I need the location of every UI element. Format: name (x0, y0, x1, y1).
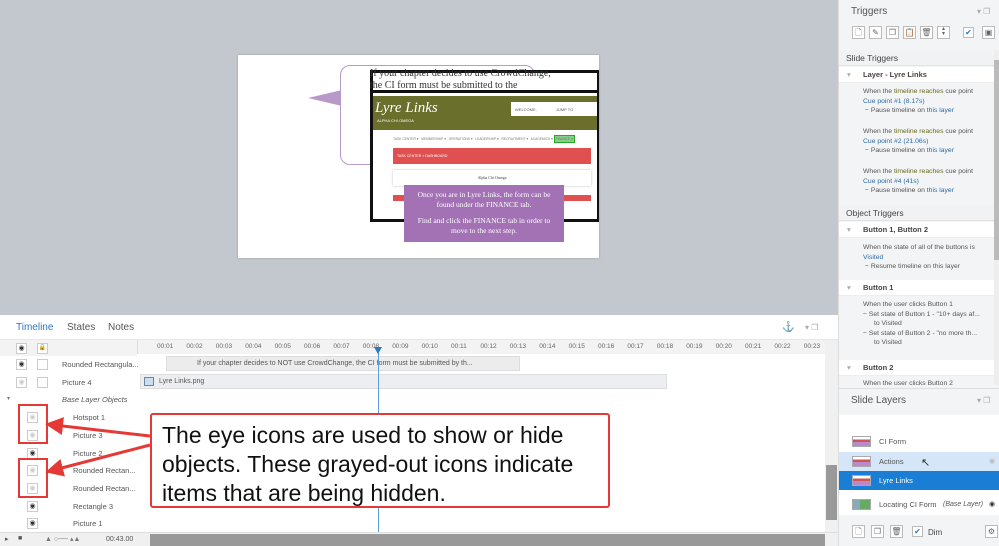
edit-trigger-button[interactable]: ✎ (869, 26, 882, 39)
variables-button[interactable]: ▣ (982, 26, 995, 39)
slide-layers-panel: Slide Layers ▾ ❐ CI Form Actions ↖ ◉ Lyre … (839, 388, 999, 546)
trigger-group-buttons[interactable]: ▾ Button 1, Button 2 (839, 222, 994, 238)
new-trigger-button[interactable]: 🗋 (852, 26, 865, 39)
dim-checkbox[interactable]: ✔ (912, 526, 923, 537)
object-triggers-heading: Object Triggers (839, 205, 994, 221)
layer-thumbnail (852, 456, 871, 467)
duplicate-layer-button[interactable]: ❐ (871, 525, 884, 538)
trigger-group-button2[interactable]: ▾ Button 2 (839, 360, 994, 376)
move-trigger-button[interactable]: ▴ ▾ (937, 26, 950, 39)
trigger-item[interactable]: When the timeline reaches cue point Cue p… (863, 167, 994, 196)
slide-triggers-heading: Slide Triggers (839, 50, 994, 66)
delete-trigger-button[interactable]: 🗑 (920, 26, 933, 39)
right-panel: Triggers ▾ ❐ 🗋 ✎ ❐ 📋 🗑 ▴ ▾ ✔ ▣ Slide Trig… (838, 0, 999, 546)
new-layer-button[interactable]: 🗋 (852, 525, 865, 538)
trigger-item[interactable]: When the user clicks Button 1− Set state… (863, 300, 994, 348)
paste-trigger-button[interactable]: 📋 (903, 26, 916, 39)
triggers-title: Triggers (851, 6, 888, 17)
dim-label: Dim (928, 528, 943, 537)
trigger-item[interactable]: When the user clicks Button 2 (863, 379, 994, 388)
layer-thumbnail (852, 475, 871, 486)
layer-actions[interactable]: Actions ↖ ◉ (839, 452, 999, 471)
layer-base[interactable]: Locating CI Form (Base Layer) ◉ (839, 495, 999, 514)
panel-menu-icon[interactable]: ▾ ❐ (977, 396, 990, 405)
layer-thumbnail (852, 436, 871, 447)
trigger-group-button1[interactable]: ▾ Button 1 (839, 280, 994, 296)
trigger-item[interactable]: When the timeline reaches cue point Cue p… (863, 127, 994, 156)
annotation-callout: The eye icons are used to show or hide o… (150, 413, 610, 508)
trigger-item[interactable]: When the state of all of the buttons is V… (863, 243, 994, 272)
checkbox-icon[interactable]: ✔ (963, 27, 974, 38)
eye-icon[interactable]: ◉ (989, 495, 995, 514)
slide-layers-title: Slide Layers (851, 395, 907, 406)
layer-settings-button[interactable]: ⚙ (985, 525, 998, 538)
copy-trigger-button[interactable]: ❐ (886, 26, 899, 39)
trigger-item[interactable]: When the timeline reaches cue point Cue p… (863, 87, 994, 116)
layer-ci-form[interactable]: CI Form (839, 432, 999, 451)
trigger-group-layer[interactable]: ▾ Layer - Lyre Links (839, 67, 994, 83)
triggers-scrollbar[interactable] (994, 50, 999, 385)
panel-menu-icon[interactable]: ▾ ❐ (977, 7, 990, 16)
delete-layer-button[interactable]: 🗑 (890, 525, 903, 538)
layer-lyre-links[interactable]: Lyre Links (839, 471, 999, 490)
eye-icon[interactable]: ◉ (989, 452, 995, 471)
layer-thumbnail (852, 499, 871, 510)
